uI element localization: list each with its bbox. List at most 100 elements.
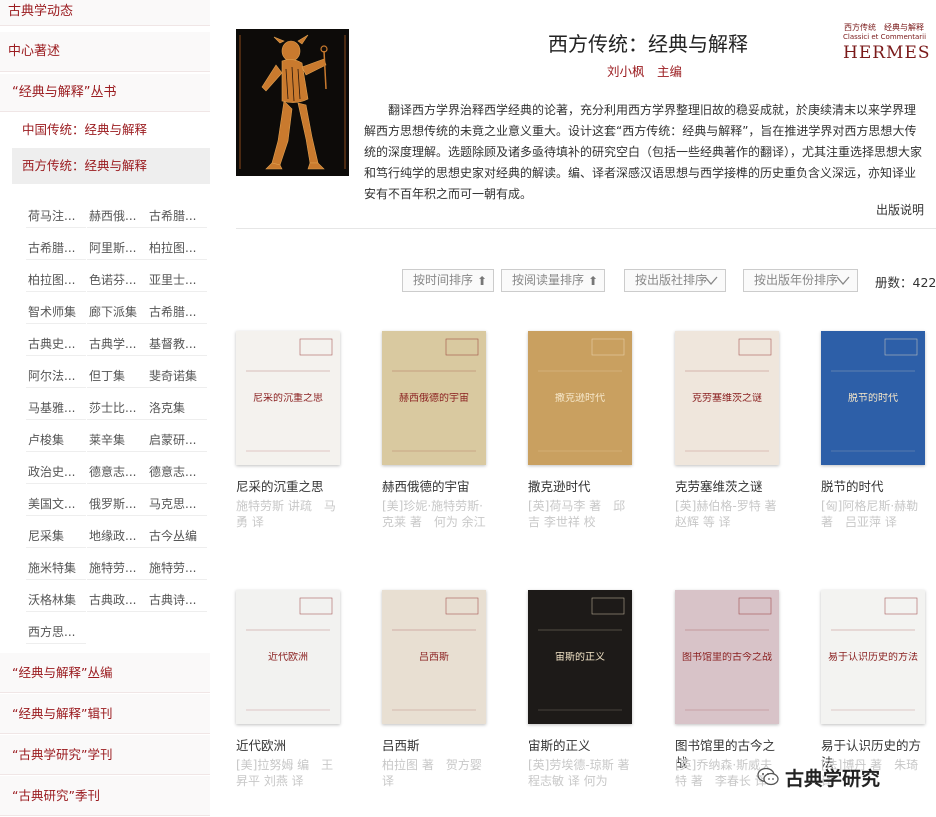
category-tag[interactable]: 基督教... <box>147 332 207 356</box>
category-tag[interactable]: 政治史... <box>26 460 86 484</box>
sort-by-publisher-label: 按出版社排序 <box>635 273 708 287</box>
category-tag[interactable]: 色诺芬... <box>87 268 147 292</box>
category-tag[interactable]: 德意志... <box>147 460 207 484</box>
book-cover[interactable]: 克劳塞维茨之谜 <box>675 331 779 465</box>
category-tag[interactable]: 阿尔法... <box>26 364 86 388</box>
category-tag[interactable]: 荷马注... <box>26 204 86 228</box>
category-tag[interactable]: 西方思... <box>26 620 86 644</box>
book-cover-title: 尼采的沉重之思 <box>253 393 323 404</box>
nav-series-collection[interactable]: “经典与解释”丛编 <box>0 653 210 693</box>
category-tag[interactable]: 古希腊... <box>147 300 207 324</box>
book-title[interactable]: 赫西俄德的宇宙 <box>382 478 488 495</box>
sort-by-year-select[interactable]: 按出版年份排序 <box>743 269 858 292</box>
category-tag[interactable]: 卢梭集 <box>26 428 86 452</box>
wechat-icon <box>757 767 779 786</box>
category-tag[interactable]: 柏拉图... <box>26 268 86 292</box>
category-tag[interactable]: 尼采集 <box>26 524 86 548</box>
category-tag[interactable]: 施米特集 <box>26 556 86 580</box>
category-tag[interactable]: 莱辛集 <box>87 428 147 452</box>
book-cover[interactable]: 近代欧洲 <box>236 590 340 724</box>
hermes-vase-illustration <box>236 29 349 176</box>
category-tag[interactable]: 阿里斯... <box>87 236 147 260</box>
book-cover[interactable]: 尼采的沉重之思 <box>236 331 340 465</box>
nav-classics-quarterly[interactable]: “古典研究”季刊 <box>0 776 210 816</box>
logo-wordmark: HERMES <box>843 43 931 63</box>
book-cover[interactable]: 易于认识历史的方法 <box>821 590 925 724</box>
sidebar: 古典学动态 中心著述 “经典与解释”丛书 中国传统：经典与解释 西方传统：经典与… <box>0 0 210 817</box>
series-description: 翻译西方学界治释西学经典的论著，充分利用西方学界整理旧故的稳妥成就，於庚续清末以… <box>364 103 923 201</box>
category-tag[interactable]: 沃格林集 <box>26 588 86 612</box>
series-editor[interactable]: 刘小枫 主编 <box>607 61 682 80</box>
sort-by-time-button[interactable]: 按时间排序 ⬆ <box>402 269 494 292</box>
publication-note-link[interactable]: 出版说明 <box>876 201 924 218</box>
category-tag[interactable]: 洛克集 <box>147 396 207 420</box>
category-tag[interactable]: 赫西俄... <box>87 204 147 228</box>
book-cover[interactable]: 图书馆里的古今之战 <box>675 590 779 724</box>
hermes-logo: 西方传统 经典与解释 Classici et Commentarii HERME… <box>843 23 931 71</box>
book-cover-title: 宙斯的正义 <box>555 652 605 663</box>
sort-by-time-label: 按时间排序 <box>413 273 474 287</box>
category-tag[interactable]: 古希腊... <box>26 236 86 260</box>
nav-classics-journal[interactable]: “古典学研究”学刊 <box>0 735 210 775</box>
category-tag[interactable]: 美国文... <box>26 492 86 516</box>
category-tag[interactable]: 柏拉图... <box>147 236 207 260</box>
logo-line-latin: Classici et Commentarii <box>843 33 927 41</box>
arrow-up-icon: ⬆ <box>587 274 598 288</box>
book-author: 柏拉图 著 贺方婴 译 <box>382 758 482 787</box>
book-cover[interactable]: 赫西俄德的宇宙 <box>382 331 486 465</box>
nav-sub-western-tradition[interactable]: 西方传统：经典与解释 <box>12 148 210 184</box>
category-tag[interactable]: 施特劳... <box>147 556 207 580</box>
book-title[interactable]: 克劳塞维茨之谜 <box>675 478 781 495</box>
book-title[interactable]: 吕西斯 <box>382 737 488 754</box>
category-tag[interactable]: 古典诗... <box>147 588 207 612</box>
book-author: 施特劳斯 讲疏 马勇 译 <box>236 499 336 528</box>
category-tag[interactable]: 古典政... <box>87 588 147 612</box>
category-tag[interactable]: 古典史... <box>26 332 86 356</box>
category-tag[interactable]: 德意志... <box>87 460 147 484</box>
category-tag[interactable]: 古今丛编 <box>147 524 207 548</box>
nav-classics-news[interactable]: 古典学动态 <box>0 0 210 26</box>
book-title[interactable]: 近代欧洲 <box>236 737 342 754</box>
arrow-up-icon: ⬆ <box>476 274 487 288</box>
book-count: 册数：422 <box>875 275 936 290</box>
nav-sub-chinese-tradition[interactable]: 中国传统：经典与解释 <box>0 112 210 148</box>
book-title[interactable]: 尼采的沉重之思 <box>236 478 342 495</box>
sort-by-reads-button[interactable]: 按阅读量排序 ⬆ <box>501 269 605 292</box>
category-tag[interactable]: 古典学... <box>87 332 147 356</box>
book-title[interactable]: 脱节的时代 <box>821 478 927 495</box>
category-tag[interactable]: 马基雅... <box>26 396 86 420</box>
book-cover[interactable]: 吕西斯 <box>382 590 486 724</box>
book-cover[interactable]: 脱节的时代 <box>821 331 925 465</box>
nav-series-journal[interactable]: “经典与解释”辑刊 <box>0 694 210 734</box>
category-tag[interactable]: 廊下派集 <box>87 300 147 324</box>
category-tag[interactable]: 但丁集 <box>87 364 147 388</box>
category-tag[interactable]: 马克思... <box>147 492 207 516</box>
category-tag[interactable]: 古希腊... <box>147 204 207 228</box>
nav-series-heading[interactable]: “经典与解释”丛书 <box>0 74 210 112</box>
logo-line-chinese: 西方传统 经典与解释 <box>844 23 924 32</box>
book-title[interactable]: 宙斯的正义 <box>528 737 634 754</box>
book-cover[interactable]: 撒克逊时代 <box>528 331 632 465</box>
category-tag[interactable]: 俄罗斯... <box>87 492 147 516</box>
category-tag[interactable]: 斐奇诺集 <box>147 364 207 388</box>
category-tag[interactable]: 施特劳... <box>87 556 147 580</box>
category-tag[interactable]: 智术师集 <box>26 300 86 324</box>
sort-by-year-label: 按出版年份排序 <box>754 273 839 287</box>
category-tag[interactable]: 莎士比... <box>87 396 147 420</box>
sort-by-publisher-select[interactable]: 按出版社排序 <box>624 269 726 292</box>
book-cover[interactable]: 宙斯的正义 <box>528 590 632 724</box>
book-author: [美]珍妮·施特劳斯·克莱 著 何为 余江 译 <box>382 499 486 528</box>
book-author: [美]拉努姆 编 王昇平 刘燕 译 <box>236 758 334 787</box>
category-tag[interactable]: 地缘政... <box>87 524 147 548</box>
nav-center-works[interactable]: 中心著述 <box>0 32 210 72</box>
book-cover-title: 克劳塞维茨之谜 <box>692 393 762 404</box>
series-hero-image <box>236 29 349 176</box>
series-title: 西方传统：经典与解释 <box>548 32 748 56</box>
category-tag[interactable]: 亚里士... <box>147 268 207 292</box>
category-tag[interactable]: 启蒙研... <box>147 428 207 452</box>
wechat-watermark: 古典学研究 <box>757 764 880 790</box>
sort-by-reads-label: 按阅读量排序 <box>512 273 585 287</box>
book-author: [英]赫伯格-罗特 著 赵辉 等 译 <box>675 499 783 528</box>
book-author: [英]劳埃德-琼斯 著 程志敏 译 何为 <box>528 758 636 787</box>
book-title[interactable]: 撒克逊时代 <box>528 478 634 495</box>
